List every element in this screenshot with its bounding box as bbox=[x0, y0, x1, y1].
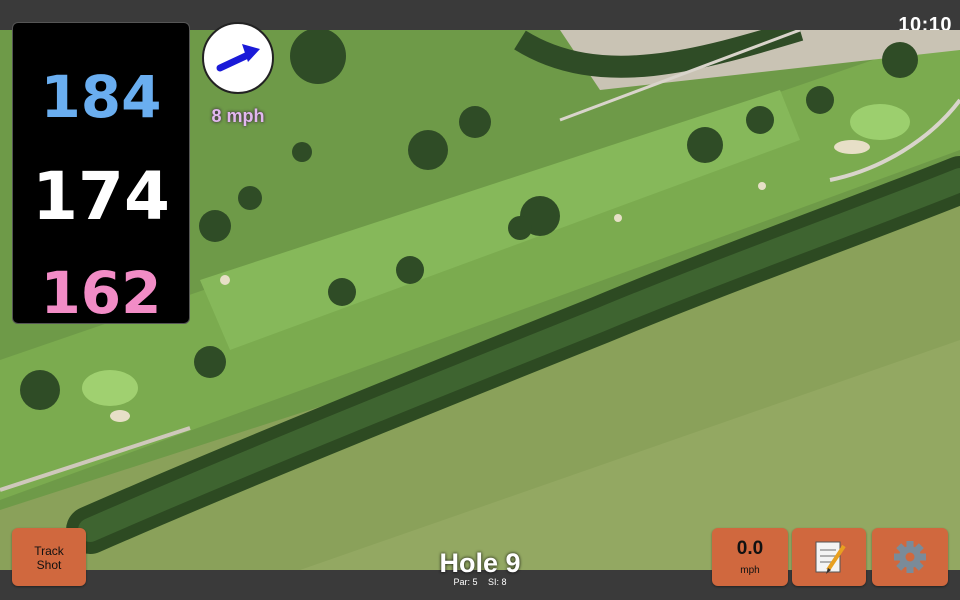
hole-stroke-index: SI: 8 bbox=[488, 577, 507, 587]
track-shot-label-line2: Shot bbox=[36, 558, 62, 572]
middle-distance: 174 bbox=[32, 158, 170, 235]
speed-button[interactable]: 0.0 mph bbox=[712, 528, 788, 586]
settings-button[interactable] bbox=[872, 528, 948, 586]
notes-button[interactable] bbox=[792, 528, 866, 586]
wind-arrow-icon bbox=[216, 44, 260, 72]
notepad-icon bbox=[815, 541, 846, 574]
speed-unit: mph bbox=[740, 565, 760, 576]
hole-info: Par: 5 SI: 8 bbox=[400, 577, 560, 587]
wind-indicator bbox=[202, 22, 274, 94]
wind-speed-label: 8 mph bbox=[211, 106, 265, 126]
distance-panel: 184 174 162 bbox=[12, 22, 190, 327]
speed-value: 0.0 bbox=[736, 538, 764, 559]
front-distance: 162 bbox=[40, 259, 162, 327]
track-shot-label-line1: Track bbox=[34, 544, 64, 558]
back-distance: 184 bbox=[40, 63, 162, 131]
hole-title: Hole 9 bbox=[439, 548, 521, 578]
gear-icon bbox=[894, 541, 926, 573]
hole-par: Par: 5 bbox=[453, 577, 478, 587]
track-shot-button[interactable]: Track Shot bbox=[12, 528, 86, 586]
